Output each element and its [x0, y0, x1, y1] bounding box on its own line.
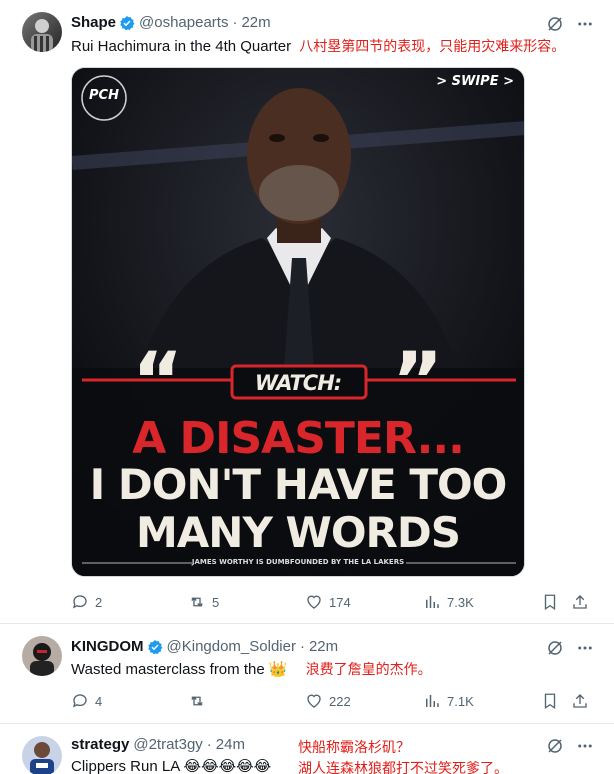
repost-icon [191, 597, 203, 607]
reply-button[interactable]: 2 [71, 593, 102, 611]
separator: · [206, 736, 212, 753]
repost-count: 5 [212, 594, 220, 610]
repost-button[interactable] [188, 692, 212, 710]
tweet-1[interactable]: Shape @oshapearts · 22m Rui Hachimura in… [0, 0, 614, 624]
media-headline-1: A DISASTER... [132, 413, 465, 464]
more-icon[interactable] [576, 737, 594, 755]
heart-icon [307, 694, 321, 708]
timestamp[interactable]: 22m [241, 14, 270, 31]
media-headline-3: MANY WORDS [136, 508, 461, 557]
verified-badge-icon [120, 15, 135, 30]
avatar[interactable] [22, 636, 62, 676]
tweet-translation: 浪费了詹皇的杰作。 [305, 662, 432, 678]
like-button[interactable]: 174 [305, 593, 351, 611]
display-name[interactable]: Shape [71, 14, 116, 31]
separator: · [232, 14, 238, 31]
separator: · [299, 638, 305, 655]
timestamp[interactable]: 22m [309, 638, 338, 655]
avatar[interactable] [22, 12, 62, 52]
media-logo: PCH [89, 88, 119, 103]
bookmark-icon[interactable] [541, 692, 559, 710]
share-icon[interactable] [571, 593, 589, 611]
reply-count: 2 [95, 594, 103, 610]
watch-label: WATCH: [254, 371, 342, 395]
views-button[interactable]: 7.3K [423, 593, 474, 611]
view-count: 7.1K [447, 693, 474, 709]
handle[interactable]: @2trat3gy [133, 736, 202, 753]
display-name[interactable]: KINGDOM [71, 638, 144, 655]
more-icon[interactable] [576, 15, 594, 33]
tweet-text: Clippers Run LA 😂😂😂😂😂 [71, 758, 272, 774]
grok-icon[interactable] [546, 639, 564, 657]
heart-icon [307, 595, 321, 609]
tweet-2[interactable]: KINGDOM @Kingdom_Soldier · 22m Wasted ma… [0, 624, 614, 724]
tweet-text: Rui Hachimura in the 4th Quarter [71, 38, 292, 55]
media-caption: JAMES WORTHY IS DUMBFOUNDED BY THE LA LA… [191, 558, 405, 566]
view-count: 7.3K [447, 594, 474, 610]
reply-count: 4 [95, 693, 103, 709]
views-icon [426, 695, 439, 707]
repost-icon [191, 696, 203, 706]
views-icon [426, 596, 439, 608]
tweet-3[interactable]: strategy @2trat3gy · 24m 快船称霸洛杉矶？ Clippe… [0, 724, 614, 774]
swipe-label: > SWIPE > [436, 74, 514, 89]
views-button[interactable]: 7.1K [423, 692, 474, 710]
tweet-translation-line-2: 湖人连森林狼都打不过笑死爹了。 [298, 761, 508, 774]
reply-icon [72, 595, 87, 609]
bookmark-icon[interactable] [541, 593, 559, 611]
like-count: 222 [329, 693, 351, 709]
media-headline-2: I DON'T HAVE TOO [89, 460, 508, 509]
grok-icon[interactable] [546, 737, 564, 755]
timestamp[interactable]: 24m [216, 736, 245, 753]
grok-icon[interactable] [546, 15, 564, 33]
avatar[interactable] [22, 736, 62, 774]
reply-button[interactable]: 4 [71, 692, 102, 710]
repost-button[interactable]: 5 [188, 593, 219, 611]
more-icon[interactable] [576, 639, 594, 657]
handle[interactable]: @Kingdom_Soldier [167, 638, 296, 655]
like-button[interactable]: 222 [305, 692, 351, 710]
like-count: 174 [329, 594, 351, 610]
share-icon[interactable] [571, 692, 589, 710]
handle[interactable]: @oshapearts [139, 14, 228, 31]
reply-icon [72, 694, 87, 708]
tweet-text: Wasted masterclass from the 👑 [71, 661, 288, 678]
tweet-translation: 八村塁第四节的表现，只能用灾难来形容。 [299, 39, 566, 55]
display-name[interactable]: strategy [71, 736, 129, 753]
tweet-translation-line-1: 快船称霸洛杉矶？ [298, 740, 410, 756]
verified-badge-icon [147, 639, 162, 654]
tweet-media-image[interactable]: “ ” PCH > SWIPE > WATCH: A DISASTER... I… [71, 67, 525, 577]
